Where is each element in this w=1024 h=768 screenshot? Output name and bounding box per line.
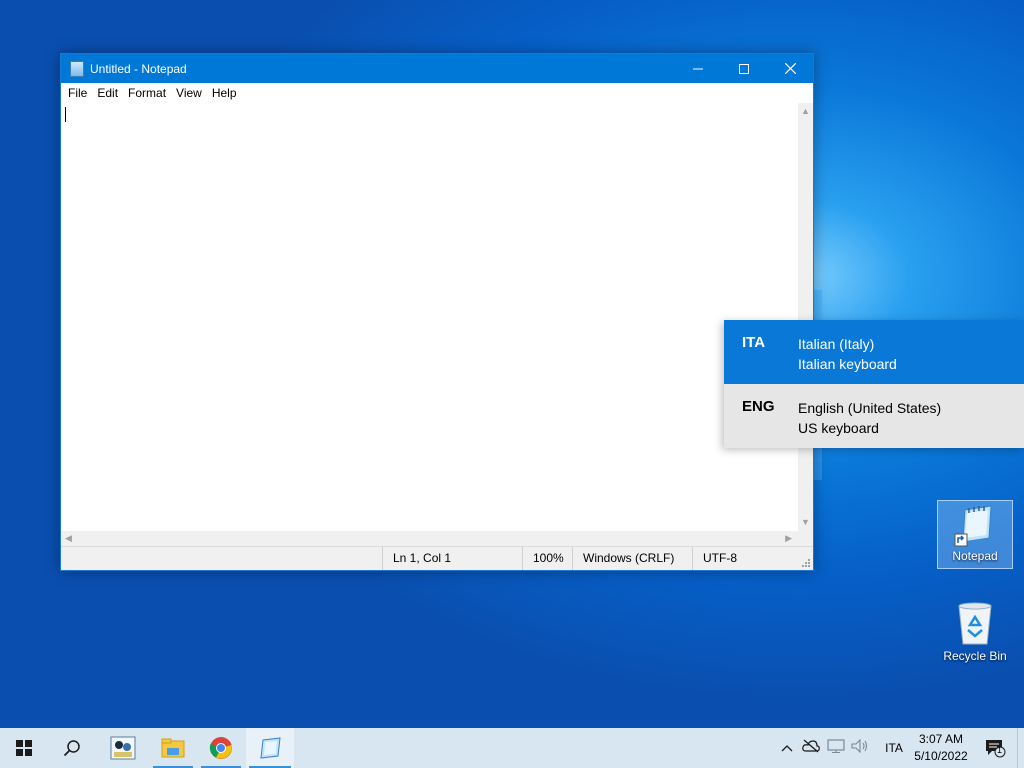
status-encoding: UTF-8: [692, 547, 798, 570]
notepad-icon: [70, 58, 84, 77]
keyboard-layout: US keyboard: [798, 420, 879, 436]
scroll-left-icon[interactable]: ◀: [65, 534, 72, 543]
show-hidden-icons-chevron-icon[interactable]: [778, 739, 796, 757]
menu-file[interactable]: File: [63, 86, 92, 100]
notification-count-badge: 1: [997, 745, 1003, 755]
clock-time: 3:07 AM: [918, 732, 964, 746]
scroll-down-icon[interactable]: ▼: [801, 518, 810, 527]
close-button[interactable]: [767, 54, 813, 83]
scrollbar-corner: [798, 531, 813, 546]
close-icon: [784, 63, 796, 74]
notepad-icon: [954, 505, 992, 547]
desktop-icon-notepad[interactable]: Notepad: [937, 500, 1013, 569]
menu-bar: File Edit Format View Help: [61, 83, 813, 103]
action-center-button[interactable]: 1: [978, 728, 1012, 768]
resize-grip-icon[interactable]: [801, 558, 811, 568]
language-option-english[interactable]: ENG English (United States) US keyboard: [724, 384, 1024, 448]
language-option-italian[interactable]: ITA Italian (Italy) Italian keyboard: [724, 320, 1024, 384]
recycle-bin-icon: [958, 602, 992, 645]
onedrive-offline-icon[interactable]: [798, 739, 824, 758]
menu-edit[interactable]: Edit: [92, 86, 123, 100]
language-name: English (United States): [798, 400, 942, 416]
status-position: Ln 1, Col 1: [382, 547, 522, 570]
notifications-icon: [986, 740, 1006, 758]
desktop-icon-label: Notepad: [952, 549, 998, 563]
text-editor[interactable]: [61, 103, 798, 531]
vertical-scrollbar[interactable]: ▲ ▼: [798, 103, 813, 531]
taskbar-notepad[interactable]: [246, 728, 294, 768]
clock-date: 5/10/2022: [914, 749, 968, 763]
volume-icon[interactable]: [848, 738, 872, 758]
menu-view[interactable]: View: [171, 86, 207, 100]
taskbar-chrome[interactable]: [198, 728, 244, 768]
network-icon[interactable]: [824, 738, 848, 758]
menu-help[interactable]: Help: [207, 86, 242, 100]
title-bar[interactable]: Untitled - Notepad: [61, 54, 813, 83]
text-caret: [65, 107, 66, 122]
language-code: ENG: [742, 398, 775, 415]
horizontal-scrollbar[interactable]: ◀ ▶: [61, 531, 798, 546]
start-button[interactable]: [0, 728, 48, 768]
keyboard-layout: Italian keyboard: [798, 356, 897, 372]
desktop-icon-recycle-bin[interactable]: Recycle Bin: [937, 600, 1013, 668]
status-bar: Ln 1, Col 1 100% Windows (CRLF) UTF-8: [61, 546, 813, 570]
taskbar: ITA 3:07 AM 5/10/2022 1: [0, 728, 1024, 768]
picture-app-icon: [110, 736, 136, 760]
notepad-window[interactable]: Untitled - Notepad File Edit Format View…: [60, 53, 814, 571]
show-desktop-button[interactable]: [1017, 728, 1024, 768]
desktop-icon-label: Recycle Bin: [943, 649, 1007, 663]
taskbar-file-explorer[interactable]: [150, 728, 196, 768]
windows-logo-icon: [16, 740, 32, 756]
minimize-button[interactable]: [675, 54, 721, 83]
window-title: Untitled - Notepad: [90, 61, 187, 76]
maximize-button[interactable]: [721, 54, 767, 83]
chrome-icon: [209, 737, 232, 759]
search-icon: [63, 740, 80, 757]
input-language-flyout: ITA Italian (Italy) Italian keyboard ENG…: [724, 320, 1024, 448]
notepad-icon: [260, 737, 281, 759]
status-line-ending: Windows (CRLF): [572, 547, 692, 570]
status-zoom: 100%: [522, 547, 572, 570]
system-tray: ITA: [778, 728, 912, 768]
taskbar-app-picture[interactable]: [100, 728, 146, 768]
file-explorer-icon: [161, 738, 185, 758]
search-button[interactable]: [48, 728, 96, 768]
clock[interactable]: 3:07 AM 5/10/2022: [906, 731, 976, 765]
scroll-up-icon[interactable]: ▲: [801, 107, 810, 116]
language-code: ITA: [742, 334, 766, 351]
scroll-right-icon[interactable]: ▶: [785, 534, 792, 543]
menu-format[interactable]: Format: [123, 86, 171, 100]
maximize-icon: [739, 63, 749, 74]
language-name: Italian (Italy): [798, 336, 875, 352]
minimize-icon: [693, 68, 703, 69]
